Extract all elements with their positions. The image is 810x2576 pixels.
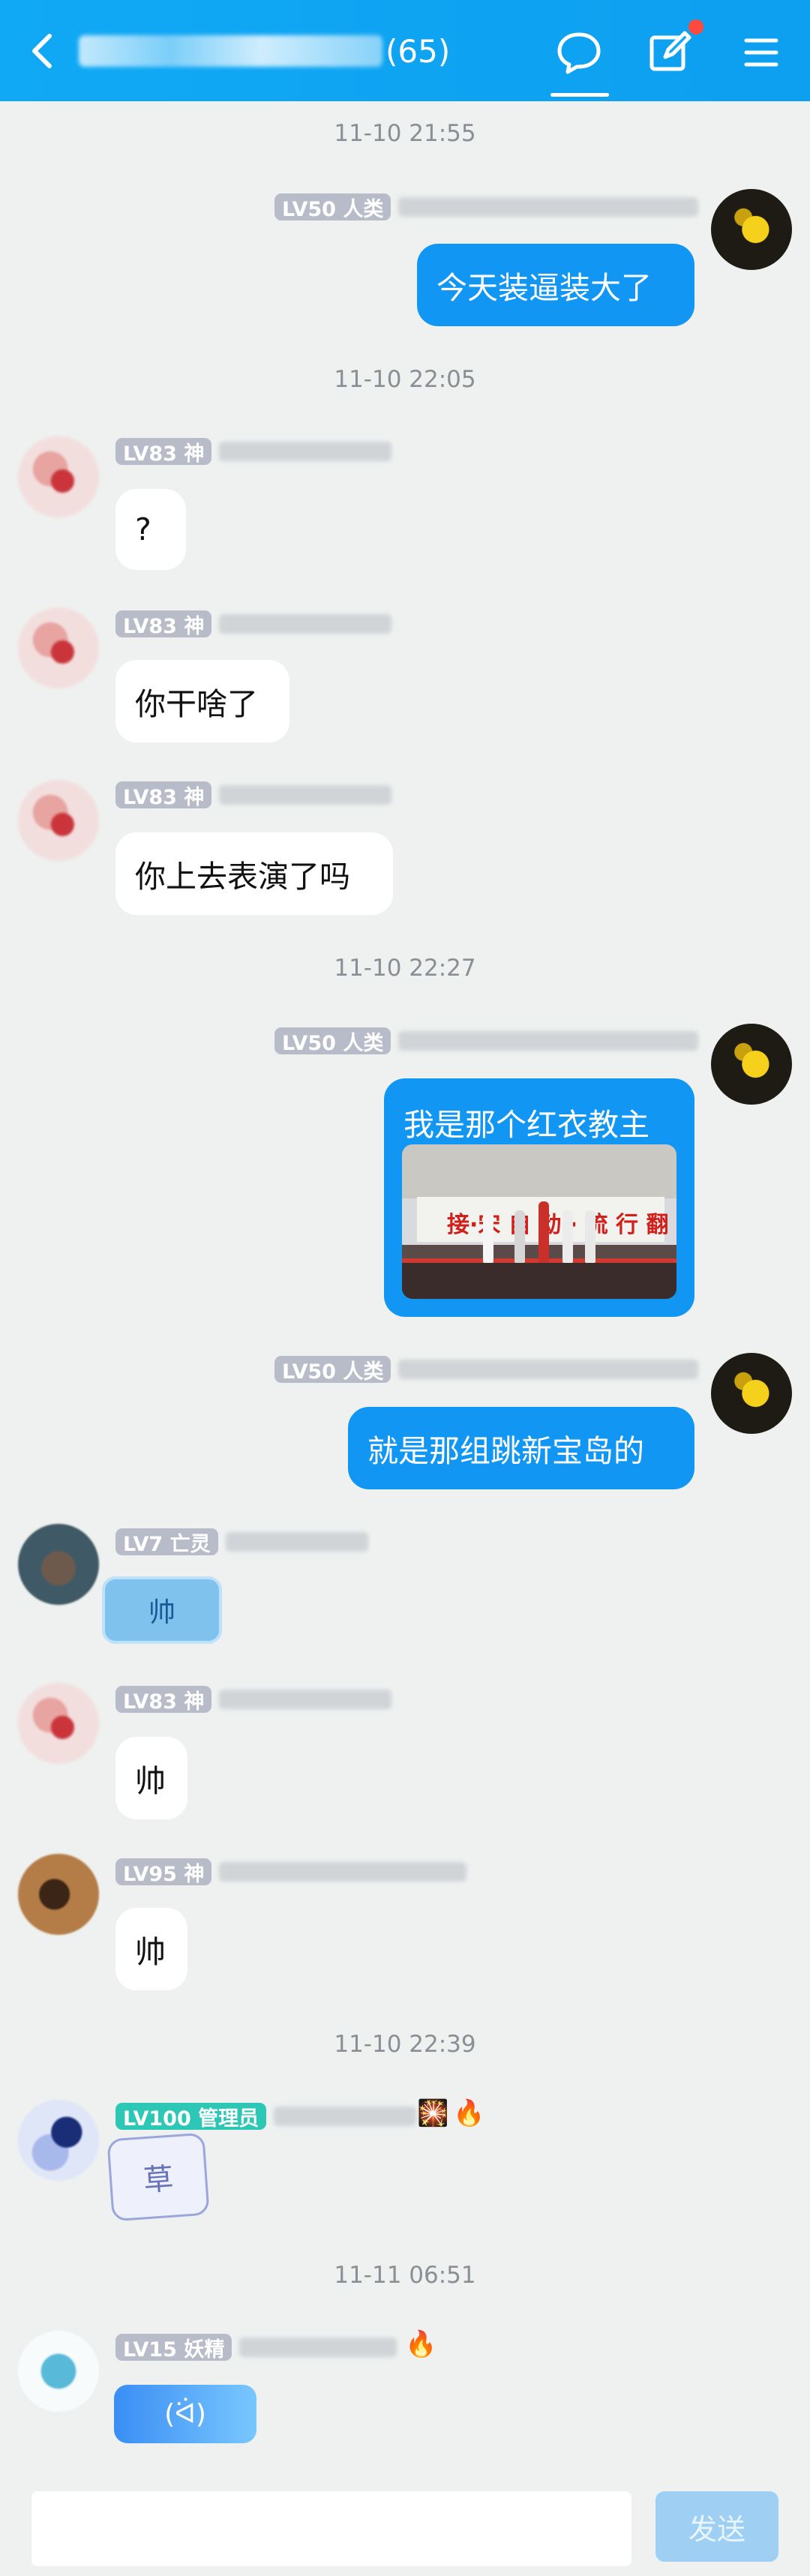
timestamp: 11-10 22:39 — [334, 2031, 476, 2058]
avatar[interactable] — [18, 1524, 99, 1605]
honor-badge-icon: 🎇 — [417, 2098, 449, 2128]
nickname-blurred — [398, 1360, 699, 1379]
group-title[interactable]: (65) — [79, 28, 450, 73]
sticker-cao[interactable]: 草 — [106, 2132, 210, 2222]
sticker-face[interactable]: (ᐛ) — [114, 2385, 256, 2443]
avatar[interactable] — [711, 189, 792, 270]
message-bubble[interactable]: 帅 — [116, 1737, 188, 1819]
fire-icon: 🔥 — [405, 2329, 437, 2359]
avatar[interactable] — [18, 780, 99, 861]
avatar[interactable] — [18, 607, 99, 688]
fire-icon: 🔥 — [453, 2098, 485, 2128]
level-badge: LV15 妖精 — [116, 2334, 232, 2362]
nickname-blurred — [219, 785, 392, 805]
level-badge: LV50 人类 — [274, 193, 392, 221]
message-bubble[interactable]: 帅 — [116, 1908, 188, 1990]
message-bubble[interactable]: 就是那组跳新宝岛的 — [348, 1407, 694, 1489]
timestamp: 11-10 22:27 — [334, 955, 476, 982]
photo-person — [562, 1210, 573, 1263]
photo-stage — [402, 1263, 676, 1299]
active-tab-indicator — [550, 93, 609, 97]
message-bubble[interactable]: ? — [116, 489, 186, 570]
level-badge: LV50 人类 — [274, 1027, 392, 1055]
message-bubble[interactable]: 今天装逼装大了 — [417, 244, 694, 326]
sender-meta: LV7 亡灵 — [116, 1527, 368, 1557]
notification-dot — [688, 19, 704, 34]
stage-photo[interactable]: 接·宋 自 动 · 流 行 翻 — [402, 1144, 676, 1299]
sender-meta: LV83 神 — [116, 609, 392, 639]
sender-meta: LV100 管理员 — [116, 2101, 417, 2131]
level-badge: LV7 亡灵 — [116, 1528, 218, 1556]
sticker-text: (ᐛ) — [164, 2398, 206, 2430]
level-badge: LV83 神 — [116, 781, 212, 809]
sender-meta: LV83 神 — [116, 436, 392, 466]
sender-meta: LV50 人类 — [274, 1026, 699, 1056]
nickname-blurred — [219, 614, 392, 634]
level-badge: LV83 神 — [116, 438, 212, 466]
photo-person — [585, 1210, 596, 1263]
nickname-blurred — [225, 1532, 368, 1552]
message-bubble[interactable]: 你干啥了 — [116, 660, 290, 742]
nickname-blurred — [219, 1862, 467, 1882]
chat-header: (65) — [0, 0, 810, 101]
timestamp: 11-11 06:51 — [334, 2262, 476, 2289]
menu-icon[interactable] — [731, 22, 791, 82]
level-badge: LV50 人类 — [274, 1356, 392, 1384]
sticker-text: 帅 — [148, 1597, 176, 1628]
photo-person — [538, 1201, 549, 1263]
level-badge: LV95 神 — [116, 1858, 212, 1886]
sender-meta: LV15 妖精 — [116, 2332, 398, 2362]
message-input[interactable] — [32, 2491, 632, 2566]
sender-meta: LV95 神 — [116, 1857, 467, 1887]
sticker-text: 草 — [142, 2161, 175, 2199]
nickname-blurred — [219, 442, 392, 461]
level-badge: LV100 管理员 — [116, 2103, 267, 2131]
message-text: 我是那个红衣教主 — [404, 1107, 650, 1143]
photo-person — [514, 1210, 525, 1263]
member-count: (65) — [386, 32, 451, 70]
message-bubble-with-photo[interactable]: 我是那个红衣教主 接·宋 自 动 · 流 行 翻 — [384, 1078, 694, 1317]
avatar[interactable] — [18, 1854, 99, 1935]
sender-meta: LV83 神 — [116, 1684, 392, 1714]
photo-person — [483, 1210, 494, 1263]
back-icon[interactable] — [22, 28, 68, 73]
group-name-blurred — [79, 35, 382, 67]
avatar[interactable] — [18, 2331, 99, 2412]
timestamp: 11-10 22:05 — [334, 366, 476, 393]
nickname-blurred — [274, 2107, 417, 2126]
photo-banner-text: 接·宋 自 动 · 流 行 翻 — [447, 1212, 669, 1238]
timestamp: 11-10 21:55 — [334, 120, 476, 147]
avatar[interactable] — [711, 1024, 792, 1105]
sticker-shuai[interactable]: 帅 — [102, 1576, 222, 1644]
nickname-blurred — [239, 2338, 398, 2357]
level-badge: LV83 神 — [116, 1686, 212, 1714]
avatar[interactable] — [18, 2100, 99, 2181]
message-bubble[interactable]: 你上去表演了吗 — [116, 832, 393, 915]
level-badge: LV83 神 — [116, 610, 212, 638]
chat-bubble-icon[interactable] — [549, 22, 609, 82]
sender-meta: LV50 人类 — [274, 192, 699, 222]
sender-meta: LV50 人类 — [274, 1354, 699, 1384]
send-button[interactable]: 发送 — [656, 2491, 778, 2562]
input-bar: 发送 — [0, 2475, 810, 2576]
avatar[interactable] — [18, 436, 99, 517]
nickname-blurred — [219, 1690, 392, 1709]
sender-meta: LV83 神 — [116, 780, 392, 810]
nickname-blurred — [398, 197, 699, 217]
avatar[interactable] — [18, 1683, 99, 1764]
avatar[interactable] — [711, 1353, 792, 1434]
nickname-blurred — [398, 1031, 699, 1051]
